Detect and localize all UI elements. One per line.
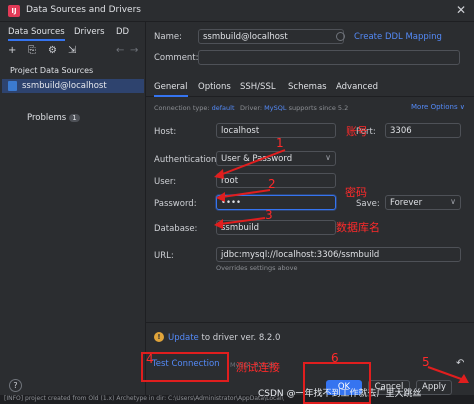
- annotation-5: 5: [422, 355, 430, 369]
- arrow-5: [427, 366, 465, 381]
- annotation-arrows: [214, 149, 469, 383]
- annotation-password: 密码: [345, 186, 367, 199]
- annotation-4: 4: [146, 352, 154, 366]
- ok-highlight: [303, 362, 371, 404]
- test-connection-highlight: [141, 352, 229, 382]
- arrow-3: [219, 217, 266, 225]
- arrowhead-3: [214, 219, 223, 229]
- annotation-1: 1: [276, 136, 284, 150]
- arrowhead-2: [216, 192, 225, 202]
- annotation-6: 6: [331, 351, 339, 365]
- arrowhead-1: [214, 169, 224, 179]
- arrow-1: [219, 149, 286, 176]
- annotation-2: 2: [268, 177, 276, 191]
- annotation-dbname: 数据库名: [336, 221, 380, 234]
- annotation-account: 账号: [346, 125, 368, 138]
- annotation-3: 3: [265, 208, 273, 222]
- arrow-2: [221, 189, 271, 198]
- annotation-test: 测试连接: [236, 361, 280, 374]
